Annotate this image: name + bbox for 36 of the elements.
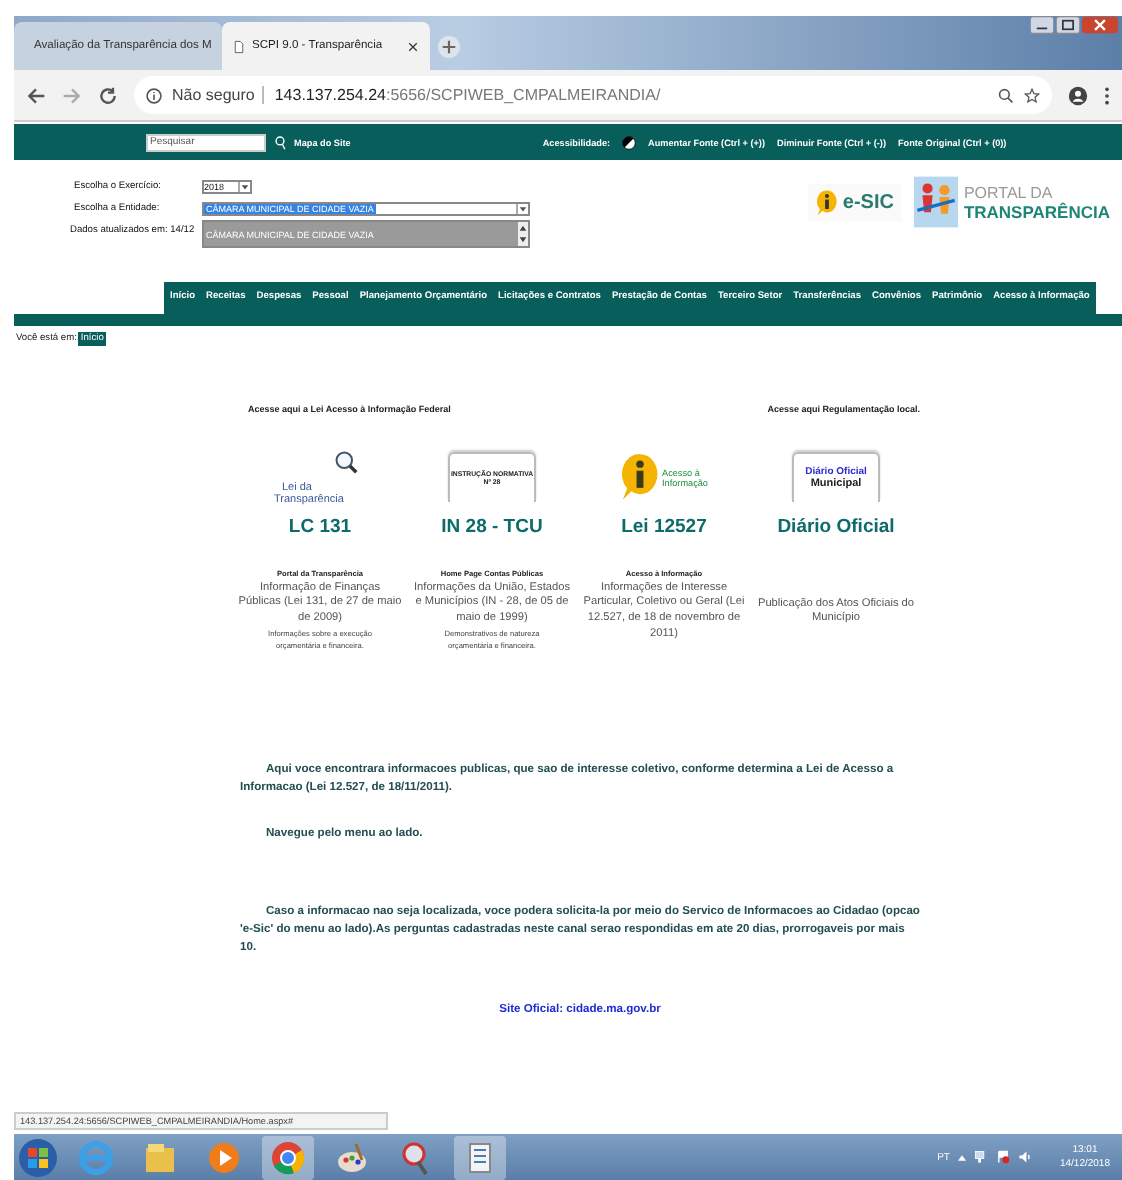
info-badge-icon <box>816 187 839 217</box>
portal-logo[interactable]: PORTAL DA TRANSPARÊNCIA <box>913 176 1110 228</box>
card-title[interactable]: LC 131 <box>288 515 352 537</box>
minimize-icon[interactable] <box>1030 16 1054 34</box>
maximize-icon[interactable] <box>1056 16 1080 34</box>
star-icon[interactable] <box>1024 87 1040 103</box>
new-tab-icon[interactable] <box>438 36 460 58</box>
network-icon[interactable] <box>973 1150 988 1164</box>
document-window-icon[interactable] <box>454 1135 506 1179</box>
card-title[interactable]: Lei 12527 <box>621 515 707 537</box>
volume-icon[interactable] <box>1017 1150 1032 1164</box>
start-button-icon[interactable] <box>18 1137 58 1177</box>
dropdown-arrow-icon <box>516 204 528 214</box>
contrast-icon[interactable] <box>622 135 637 149</box>
dropdown-arrow-icon <box>238 182 250 192</box>
magnifier-icon <box>334 449 358 473</box>
account-icon[interactable] <box>1068 85 1088 105</box>
close-icon[interactable] <box>408 41 418 51</box>
scrollbar-icon[interactable] <box>518 222 528 246</box>
zoom-icon[interactable] <box>998 87 1014 103</box>
people-drawing <box>913 176 958 228</box>
flag-icon[interactable] <box>995 1150 1010 1164</box>
back-icon[interactable] <box>26 85 46 105</box>
info-icon <box>146 87 162 103</box>
menu-icon[interactable] <box>1104 85 1110 105</box>
chrome-icon[interactable] <box>262 1135 314 1179</box>
card-title[interactable]: Diário Oficial <box>777 515 895 537</box>
page-icon <box>234 39 244 53</box>
tray-arrow-icon[interactable] <box>957 1153 966 1161</box>
reload-icon[interactable] <box>98 85 118 105</box>
info-badge-icon <box>620 450 660 504</box>
search-icon[interactable] <box>274 135 286 149</box>
close-icon[interactable] <box>1082 16 1118 34</box>
esic-logo[interactable]: e-SIC <box>808 183 902 221</box>
address-bar[interactable]: Não seguro 143.137.254.24:5656/SCPIWEB_CMPALMEIRANDIA/ <box>134 76 1052 114</box>
card-title[interactable]: IN 28 - TCU <box>441 515 543 537</box>
